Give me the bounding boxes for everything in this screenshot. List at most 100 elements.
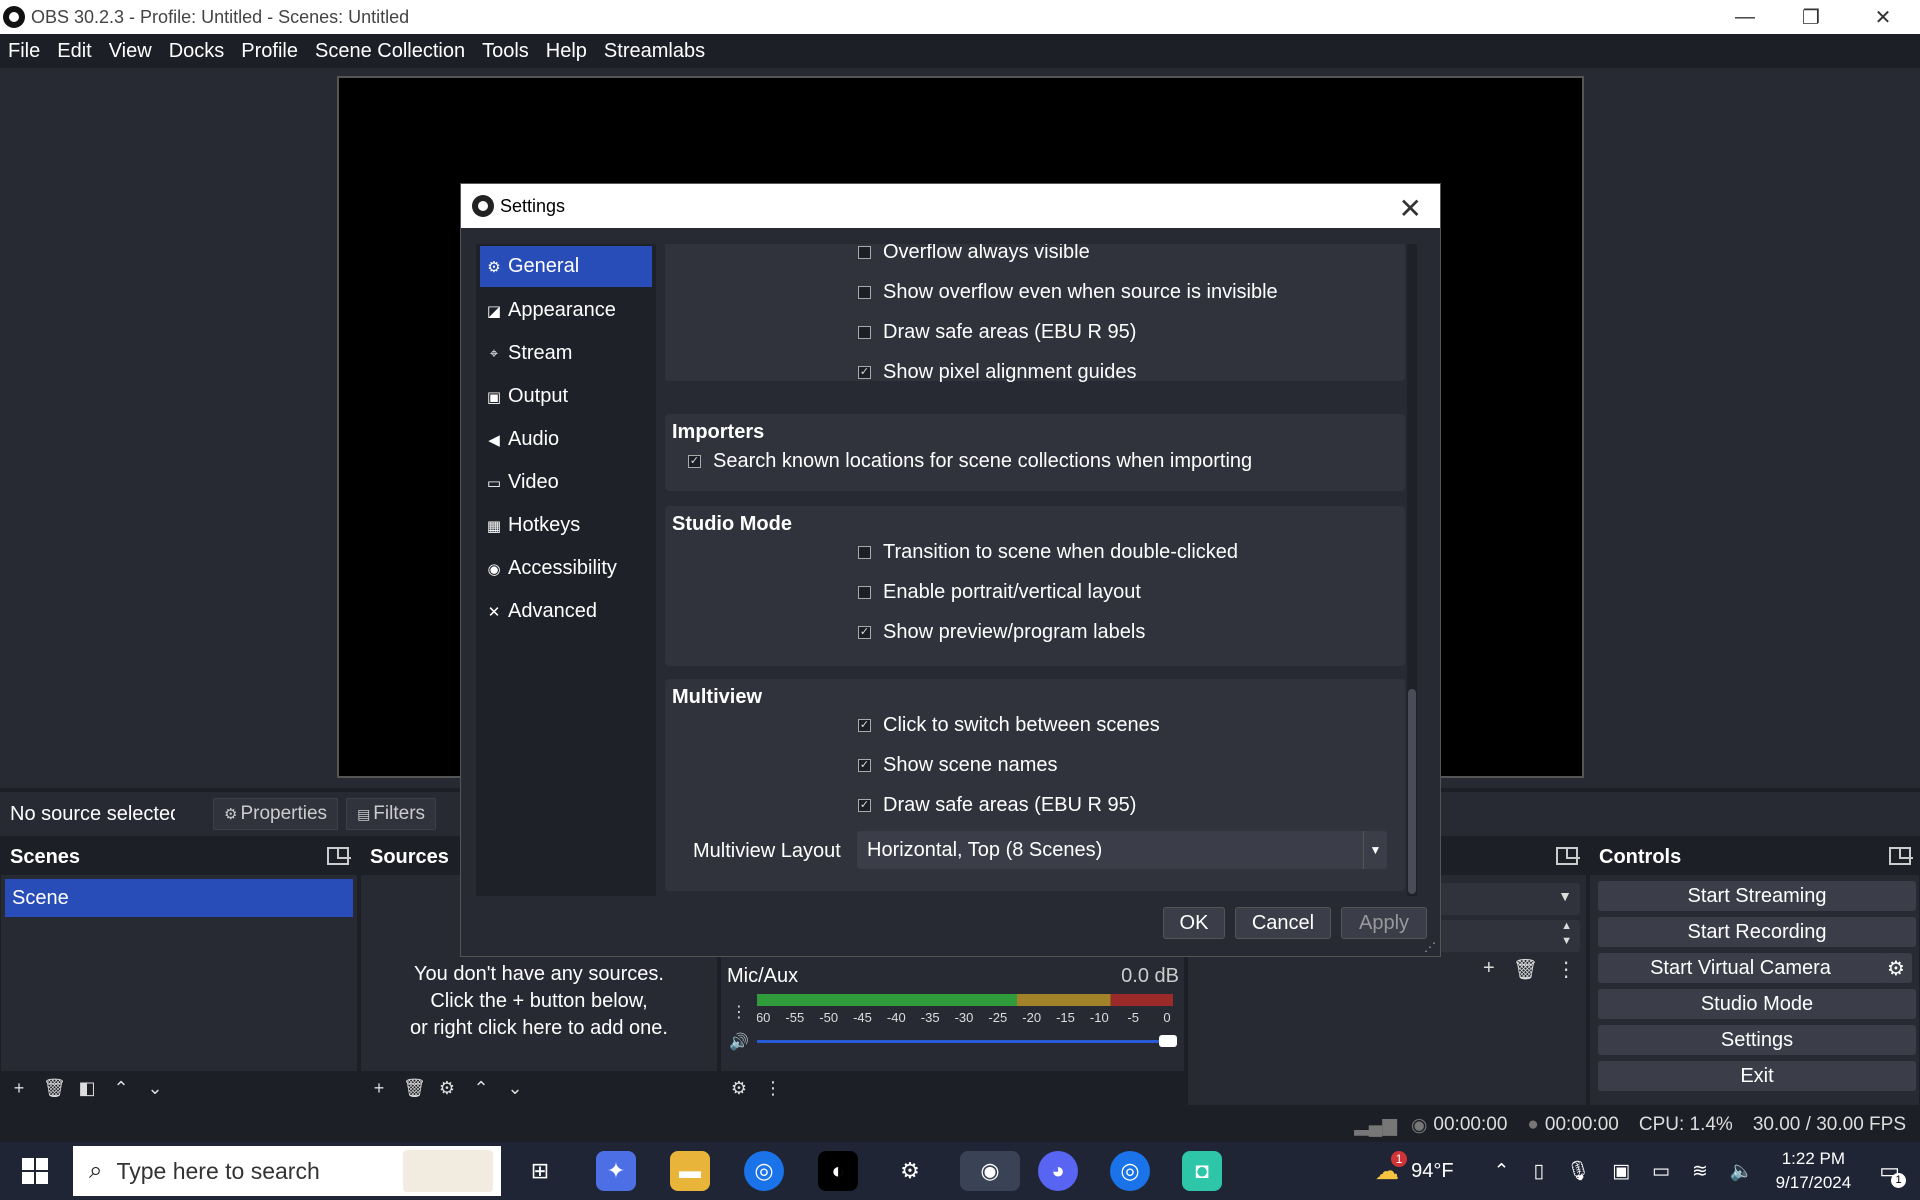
mixer-settings-icon[interactable]: ⚙ <box>729 1078 749 1099</box>
nav-item-audio[interactable]: ◀ Audio <box>476 418 656 461</box>
checkbox-pixel-alignment-guides[interactable]: ✓ Show pixel alignment guides <box>858 361 1137 384</box>
task-view-icon[interactable]: ⊞ <box>520 1151 560 1191</box>
chevron-up-icon[interactable]: ⌃ <box>1494 1160 1510 1183</box>
channel-menu-icon[interactable]: ⋮ <box>727 1000 751 1024</box>
nav-item-advanced[interactable]: ✕ Advanced <box>476 590 656 633</box>
mixer-menu-icon[interactable]: ⋮ <box>763 1078 783 1099</box>
add-icon[interactable]: + <box>9 1078 29 1099</box>
checkbox-show-scene-names[interactable]: ✓ Show scene names <box>858 754 1058 777</box>
apply-button[interactable]: Apply <box>1341 907 1427 939</box>
nav-item-appearance[interactable]: ◪ Appearance <box>476 289 656 332</box>
resize-grip-icon[interactable]: ⋰ <box>1424 940 1436 954</box>
menu-tools[interactable]: Tools <box>482 40 529 63</box>
trash-icon[interactable]: 🗑 <box>403 1078 426 1099</box>
checkbox-preview-program-labels[interactable]: ✓ Show preview/program labels <box>858 621 1145 644</box>
nav-item-stream[interactable]: ⌖ Stream <box>476 332 656 375</box>
duration-spinbox[interactable]: ▲ ▼ <box>1438 920 1580 952</box>
content-scrollbar[interactable] <box>1407 244 1417 896</box>
spin-down-icon[interactable]: ▼ <box>1561 935 1572 947</box>
menu-help[interactable]: Help <box>546 40 587 63</box>
scroll-thumb[interactable] <box>1408 689 1416 894</box>
microphone-icon[interactable]: 🎙 <box>1566 1159 1590 1183</box>
file-explorer-icon[interactable]: ▬ <box>670 1151 710 1191</box>
dialog-close-button[interactable]: ✕ <box>1399 192 1422 225</box>
properties-button[interactable]: ⚙ Properties <box>213 798 339 830</box>
menu-icon[interactable]: ⋮ <box>1556 957 1576 982</box>
checkbox-draw-safe-areas[interactable]: Draw safe areas (EBU R 95) <box>858 321 1136 344</box>
undock-icon[interactable] <box>1556 847 1580 865</box>
discord-icon[interactable]: ◕ <box>1038 1151 1078 1191</box>
checkbox-overflow-always-visible[interactable]: Overflow always visible <box>858 244 1090 264</box>
menu-profile[interactable]: Profile <box>241 40 298 63</box>
menu-streamlabs[interactable]: Streamlabs <box>604 40 705 63</box>
menu-docks[interactable]: Docks <box>169 40 225 63</box>
weather-temp[interactable]: 94°F <box>1411 1160 1453 1183</box>
app-icon-black[interactable]: ◐ <box>818 1151 858 1191</box>
windows-start-button[interactable] <box>0 1142 70 1200</box>
menu-scene-collection[interactable]: Scene Collection <box>315 40 465 63</box>
restore-button[interactable]: ❐ <box>1778 0 1844 34</box>
virtual-camera-settings-button[interactable]: ⚙ <box>1880 953 1912 983</box>
checkbox-portrait-layout[interactable]: Enable portrait/vertical layout <box>858 581 1141 604</box>
move-down-icon[interactable]: ⌄ <box>505 1078 525 1099</box>
start-recording-button[interactable]: Start Recording <box>1598 917 1916 947</box>
steam-icon[interactable]: ⚙ <box>890 1151 930 1191</box>
menu-edit[interactable]: Edit <box>57 40 91 63</box>
ok-button[interactable]: OK <box>1163 907 1225 939</box>
checkbox-click-switch-scenes[interactable]: ✓ Click to switch between scenes <box>858 714 1160 737</box>
scene-list-item[interactable]: Scene <box>5 879 353 917</box>
battery-icon[interactable]: ▭ <box>1652 1160 1670 1183</box>
move-up-icon[interactable]: ⌃ <box>111 1078 131 1099</box>
nav-item-hotkeys[interactable]: ▦ Hotkeys <box>476 504 656 547</box>
close-window-button[interactable]: ✕ <box>1850 0 1916 34</box>
cancel-button[interactable]: Cancel <box>1235 907 1331 939</box>
trash-icon[interactable]: 🗑 <box>1513 957 1538 982</box>
add-icon[interactable]: + <box>369 1078 389 1099</box>
obs-taskbar-icon[interactable]: ◉ <box>960 1151 1020 1191</box>
nav-item-general[interactable]: ⚙ General <box>480 246 652 287</box>
menu-view[interactable]: View <box>109 40 152 63</box>
move-up-icon[interactable]: ⌃ <box>471 1078 491 1099</box>
gear-icon[interactable]: ⚙ <box>437 1078 457 1099</box>
speaker-icon[interactable]: 🔊 <box>727 1030 751 1054</box>
add-icon[interactable]: + <box>1483 957 1495 982</box>
phone-link-icon[interactable]: ▯ <box>1533 1160 1543 1183</box>
app-icon-green[interactable]: ◘ <box>1182 1151 1222 1191</box>
nav-item-output[interactable]: ▣ Output <box>476 375 656 418</box>
exit-button[interactable]: Exit <box>1598 1061 1916 1091</box>
nav-item-video[interactable]: ▭ Video <box>476 461 656 504</box>
chrome-icon[interactable]: ◎ <box>744 1151 784 1191</box>
spin-up-icon[interactable]: ▲ <box>1561 920 1572 932</box>
wifi-icon[interactable]: ≋ <box>1692 1160 1708 1183</box>
settings-button[interactable]: Settings <box>1598 1025 1916 1055</box>
trash-icon[interactable]: 🗑 <box>43 1078 66 1099</box>
copilot-icon[interactable]: ✦ <box>596 1151 636 1191</box>
minimize-button[interactable]: — <box>1712 0 1778 34</box>
taskbar-search-box[interactable]: ⌕ Type here to search <box>73 1146 501 1196</box>
chrome-profile-icon[interactable]: ◎ <box>1110 1151 1150 1191</box>
filter-icon[interactable]: ◧ <box>77 1078 97 1099</box>
no-sources-message[interactable]: You don't have any sources. Click the + … <box>361 961 717 1042</box>
checkbox-search-known-locations[interactable]: ✓ Search known locations for scene colle… <box>688 450 1252 473</box>
clock[interactable]: 1:22 PM 9/17/2024 <box>1776 1147 1852 1195</box>
volume-icon[interactable]: 🔈 <box>1730 1159 1754 1183</box>
start-virtual-camera-button[interactable]: Start Virtual Camera <box>1598 953 1883 983</box>
menu-file[interactable]: File <box>8 40 40 63</box>
undock-icon[interactable] <box>327 847 351 865</box>
move-down-icon[interactable]: ⌄ <box>145 1078 165 1099</box>
slider-knob[interactable] <box>1159 1035 1177 1047</box>
multiview-layout-select[interactable]: Horizontal, Top (8 Scenes) ▼ <box>857 831 1387 869</box>
nav-item-accessibility[interactable]: ◉ Accessibility <box>476 547 656 590</box>
display-icon[interactable]: ▣ <box>1612 1160 1630 1183</box>
weather-icon[interactable]: ☁ 1 <box>1375 1150 1408 1186</box>
checkbox-transition-double-click[interactable]: Transition to scene when double-clicked <box>858 541 1238 564</box>
checkbox-show-overflow-invisible[interactable]: Show overflow even when source is invisi… <box>858 281 1278 304</box>
start-streaming-button[interactable]: Start Streaming <box>1598 881 1916 911</box>
filters-button[interactable]: ▤ Filters <box>346 798 437 830</box>
checkbox-multiview-safe-areas[interactable]: ✓ Draw safe areas (EBU R 95) <box>858 794 1136 817</box>
notifications-icon[interactable]: ▭ 1 <box>1879 1158 1906 1188</box>
volume-slider[interactable] <box>757 1032 1177 1052</box>
undock-icon[interactable] <box>1889 847 1913 865</box>
studio-mode-button[interactable]: Studio Mode <box>1598 989 1916 1019</box>
transition-select[interactable]: ▼ <box>1438 883 1580 915</box>
